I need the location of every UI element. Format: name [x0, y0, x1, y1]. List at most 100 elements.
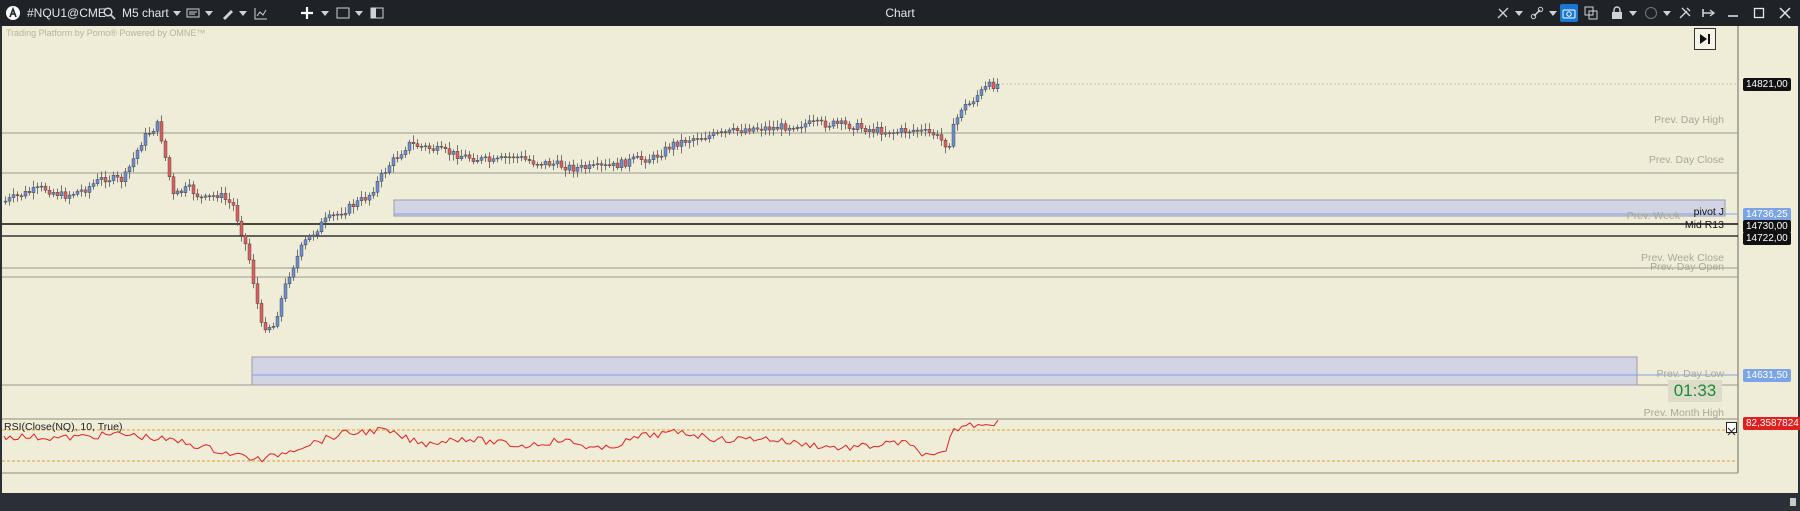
mid-label: Mid R13 [1684, 219, 1724, 231]
candle-body [771, 126, 776, 131]
candle-body [991, 81, 996, 89]
app-logo-icon[interactable] [4, 4, 22, 22]
last-price-tag: 14821,00 [1743, 78, 1791, 91]
candle-body [179, 190, 184, 193]
candle-body [807, 120, 812, 124]
chevron-down-icon[interactable] [1510, 4, 1528, 22]
timeframe-selector[interactable]: M5 chart [122, 0, 169, 26]
demand-zone[interactable] [251, 356, 1638, 386]
chevron-down-icon[interactable] [234, 4, 252, 22]
camera-icon[interactable] [1560, 4, 1578, 22]
candle-body [595, 163, 600, 165]
maximize-icon[interactable] [1750, 4, 1768, 22]
chevron-down-icon[interactable] [200, 4, 218, 22]
candle-body [419, 146, 424, 148]
chevron-down-icon[interactable] [316, 4, 334, 22]
candle-body [815, 119, 820, 122]
candle-body [847, 123, 852, 129]
symbol-label[interactable]: #NQU1@CME [27, 0, 106, 26]
candle-body [495, 157, 500, 160]
candle-body [147, 133, 152, 135]
low-line-price-tag: 14722,00 [1743, 232, 1791, 245]
candle-body [875, 126, 880, 133]
candle-body [727, 129, 732, 133]
candle-body [547, 161, 552, 166]
pivot-label: pivot J [1693, 206, 1724, 218]
candle-body [867, 129, 872, 132]
candle-body [467, 154, 472, 159]
candle-body [579, 165, 584, 168]
candle-body [943, 139, 948, 148]
candle-body [335, 213, 340, 216]
candle-body [11, 194, 16, 198]
candle-body [691, 138, 696, 142]
candle-body [363, 197, 368, 201]
tools-icon[interactable] [1676, 4, 1694, 22]
layout-icon[interactable] [368, 4, 386, 22]
price-chart[interactable] [2, 26, 1798, 493]
candle-body [295, 255, 300, 269]
candle-body [947, 145, 952, 148]
candle-body [267, 327, 272, 331]
candle-body [587, 164, 592, 169]
candle-body [195, 193, 200, 198]
candle-body [443, 146, 448, 149]
candle-body [855, 123, 860, 130]
candle-body [687, 140, 692, 143]
candle-body [31, 187, 36, 193]
chevron-down-icon[interactable] [350, 4, 368, 22]
candle-body [539, 164, 544, 166]
candle-body [287, 276, 292, 285]
candle-body [667, 146, 672, 150]
chevron-down-icon[interactable] [1658, 4, 1676, 22]
candle-body [435, 145, 440, 151]
candle-body [3, 200, 8, 203]
minimize-icon[interactable] [1724, 4, 1742, 22]
candle-body [711, 132, 716, 136]
candle-body [779, 123, 784, 130]
candle-body [995, 83, 1000, 89]
candle-body [863, 128, 868, 132]
candle-body [559, 160, 564, 168]
candle-body [887, 132, 892, 134]
candle-body [923, 128, 928, 131]
candle-body [167, 157, 172, 177]
scroll-indicator[interactable] [1790, 498, 1796, 506]
candle-body [331, 214, 336, 217]
chart-area[interactable]: Trading Platform by Pomo® Powered by OMN… [2, 26, 1800, 493]
candle-body [275, 316, 280, 327]
pin-icon[interactable] [1700, 4, 1718, 22]
crosshair-icon[interactable] [298, 4, 316, 22]
bar-countdown: 01:33 [1668, 380, 1722, 402]
goto-end-button[interactable] [1694, 28, 1716, 50]
candle-body [227, 199, 232, 203]
candle-body [707, 135, 712, 139]
close-indicator-button[interactable] [1726, 422, 1737, 436]
candle-body [979, 89, 984, 96]
candle-body [955, 117, 960, 125]
candle-body [243, 235, 248, 245]
close-icon[interactable] [1776, 4, 1794, 22]
goto-end-icon [1700, 34, 1710, 44]
candle-body [347, 203, 352, 214]
candle-body [935, 134, 940, 136]
candle-body [643, 159, 648, 163]
search-icon[interactable] [100, 4, 118, 22]
candle-body [803, 123, 808, 128]
candle-body [647, 159, 652, 163]
candle-body [355, 200, 360, 207]
candle-body [359, 197, 364, 202]
candle-body [983, 86, 988, 90]
copy-window-icon[interactable] [1582, 4, 1600, 22]
candle-body [219, 193, 224, 198]
candle-body [759, 128, 764, 131]
candle-body [515, 156, 520, 159]
candle-body [907, 131, 912, 134]
chevron-down-icon[interactable] [1624, 4, 1642, 22]
candle-body [655, 154, 660, 158]
candle-body [251, 259, 256, 284]
candle-body [799, 126, 804, 129]
candle-body [891, 132, 896, 134]
candle-body [851, 128, 856, 130]
indicator-icon[interactable] [252, 4, 270, 22]
